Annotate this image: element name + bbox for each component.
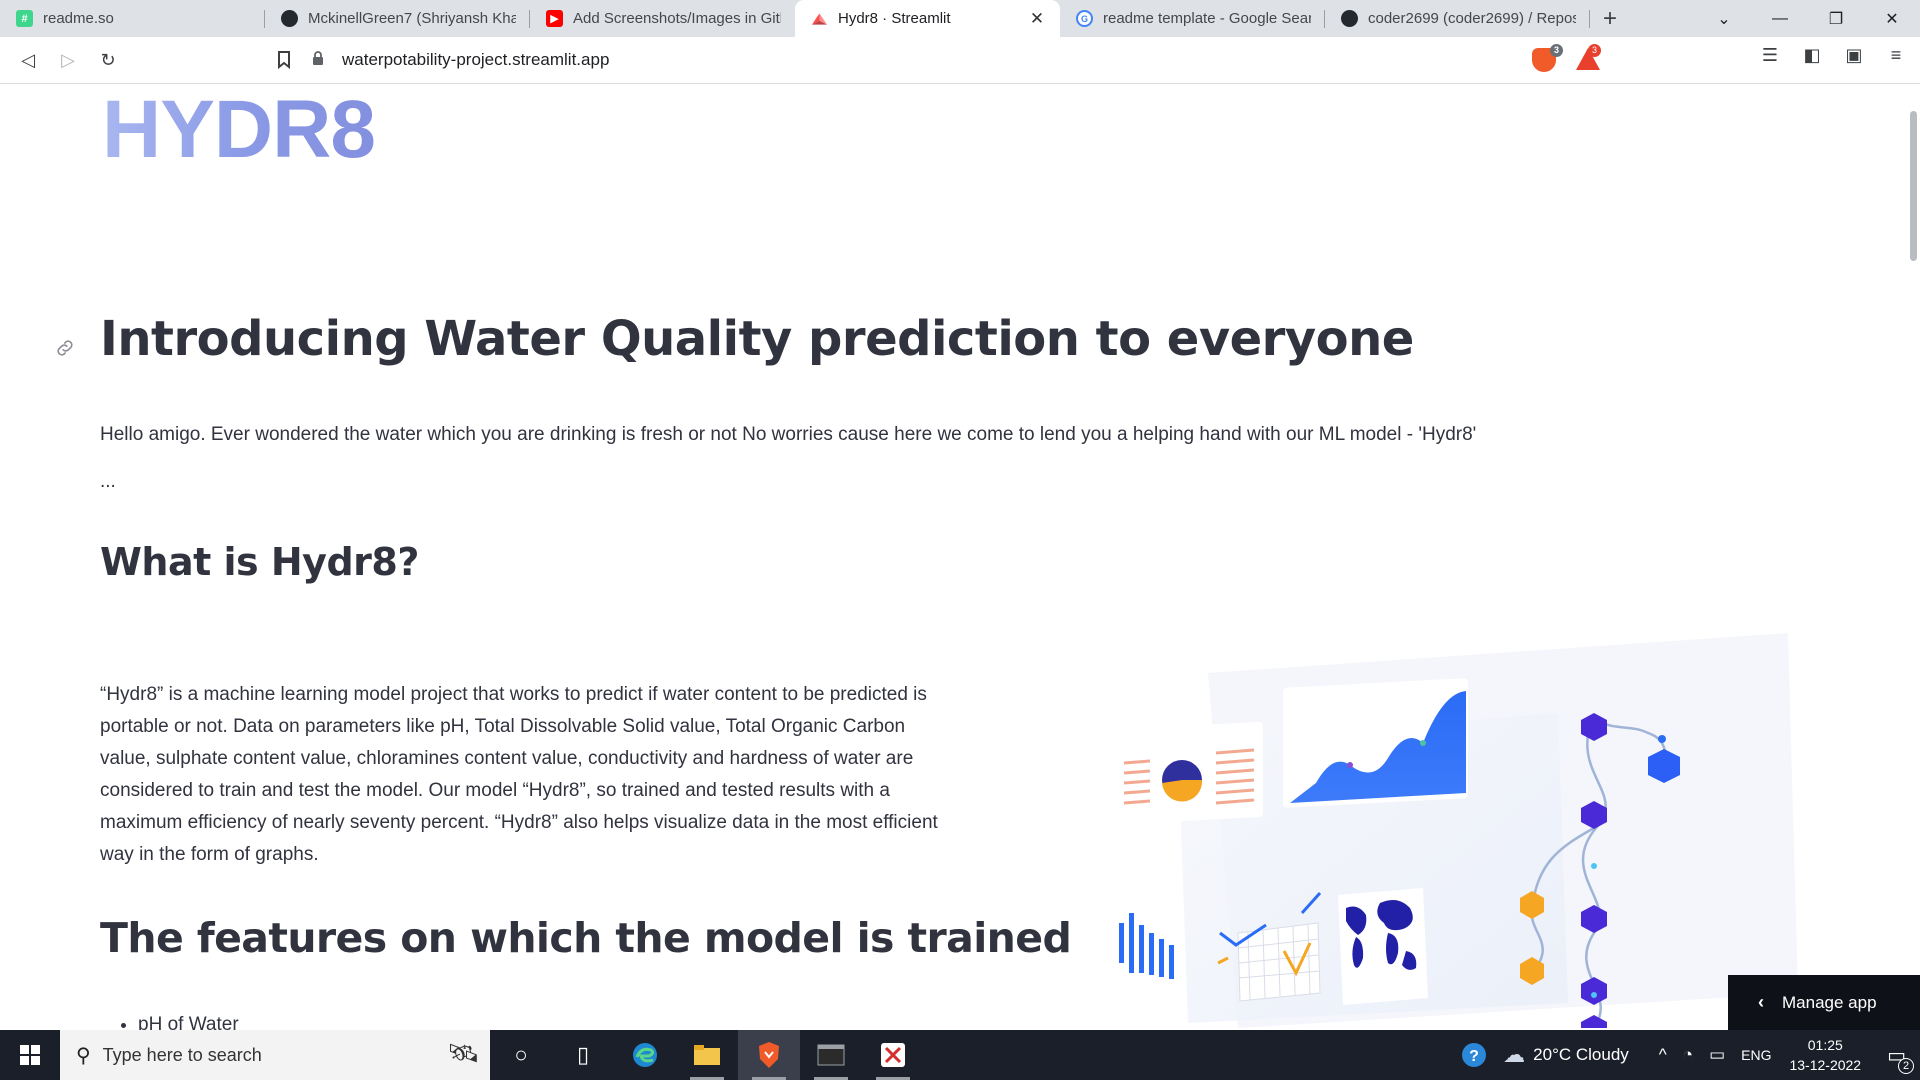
system-tray: ? ☁ 20°C Cloudy ^ ◔ ▭ ENG 01:25 13-12-20… [1453,1030,1920,1080]
brave-shields-icon[interactable]: 3 [1532,44,1563,72]
notifications-icon[interactable]: ▭ 2 [1887,1043,1914,1074]
tab-google[interactable]: G readme template - Google Search [1060,0,1325,37]
browser-toolbar: ◁ ▷ ↻ waterpotability-project.streamlit.… [0,37,1920,84]
ellipsis-text: ... [100,471,116,492]
sidebar-icon[interactable]: ◧ [1800,45,1824,66]
file-explorer-icon[interactable] [676,1030,738,1080]
bookmark-icon[interactable] [264,40,304,80]
reload-icon[interactable]: ↻ [88,40,128,80]
task-view-icon[interactable]: ▯ [552,1030,614,1080]
what-is-heading: What is Hydr8? [100,540,419,584]
clock-time: 01:25 [1807,1037,1843,1053]
terminal-icon[interactable] [800,1030,862,1080]
screen: # readme.so MckinellGreen7 (Shriyansh Kh… [0,0,1920,1080]
weather-text: 20°C Cloudy [1533,1045,1629,1064]
forward-icon[interactable]: ▷ [48,40,88,80]
tab-title: Add Screenshots/Images in Github [573,10,781,27]
link-anchor-icon[interactable] [54,337,76,359]
page-scrollbar[interactable] [1906,85,1920,1030]
tab-github-coder[interactable]: coder2699 (coder2699) / Repositories [1325,0,1590,37]
battery-icon[interactable]: ▭ [1709,1045,1725,1065]
tab-title: coder2699 (coder2699) / Repositories [1368,10,1576,27]
cortana-icon[interactable]: ○ [490,1030,552,1080]
windows-start-icon[interactable] [0,1030,60,1080]
clock-date: 13-12-2022 [1789,1057,1862,1073]
search-highlight-icon: 🛰 [446,1038,480,1068]
close-tab-icon[interactable]: ✕ [1028,9,1046,29]
wallet-icon[interactable]: ▣ [1842,45,1866,66]
tab-title: readme template - Google Search [1103,10,1311,27]
brave-browser-icon[interactable] [738,1030,800,1080]
youtube-icon: ▶ [546,10,563,27]
help-icon[interactable]: ? [1461,1042,1487,1068]
rewards-badge: 3 [1588,44,1601,57]
windows-taskbar: ⚲ Type here to search 🛰 ○ ▯ ? ☁ 20°C Clo… [0,1030,1920,1080]
readme-icon: # [16,10,33,27]
brand-logo-text: HYDR8 [102,85,376,175]
url-text: waterpotability-project.streamlit.app [342,50,610,69]
photo-editor-icon[interactable] [862,1030,924,1080]
show-hidden-icons[interactable]: ^ [1659,1045,1667,1065]
tab-hydr8[interactable]: Hydr8 · Streamlit ✕ [795,0,1060,37]
intro-text: Hello amigo. Ever wondered the water whi… [100,424,1477,445]
google-icon: G [1076,10,1093,27]
svg-text:?: ? [1469,1048,1479,1065]
shield-badge: 3 [1550,44,1563,57]
github-icon [1341,10,1358,27]
tab-youtube[interactable]: ▶ Add Screenshots/Images in Github [530,0,795,37]
language-indicator[interactable]: ENG [1741,1047,1771,1063]
manage-app-button[interactable]: ‹ Manage app [1728,975,1920,1030]
window-controls: ⌄ — ❐ ✕ [1696,0,1920,37]
tab-readme[interactable]: # readme.so [0,0,265,37]
brave-rewards-icon[interactable]: 3 [1576,44,1601,70]
tab-github-mckinell[interactable]: MckinellGreen7 (Shriyansh Khandelwal) [265,0,530,37]
tab-search-icon[interactable]: ⌄ [1696,0,1752,37]
tab-title: Hydr8 · Streamlit [838,10,951,27]
taskbar-search-placeholder: Type here to search [102,1044,262,1065]
restore-icon[interactable]: ❐ [1808,0,1864,37]
wifi-icon[interactable]: ◔ [1683,1045,1693,1065]
scrollbar-thumb[interactable] [1910,111,1917,261]
tab-title: MckinellGreen7 (Shriyansh Khandelwal) [308,10,516,27]
page-title: Introducing Water Quality prediction to … [100,311,1414,367]
edge-icon[interactable] [614,1030,676,1080]
new-tab-button[interactable]: + [1590,0,1630,37]
search-icon: ⚲ [76,1044,91,1067]
description-paragraph: “Hydr8” is a machine learning model proj… [100,684,938,865]
features-heading: The features on which the model is train… [100,914,1072,962]
chevron-left-icon: ‹ [1758,992,1764,1012]
media-queue-icon[interactable]: ☰ [1758,45,1782,66]
list-item: pH of Water [138,1010,239,1030]
analytics-illustration [1113,633,1798,1028]
github-icon [281,10,298,27]
back-icon[interactable]: ◁ [8,40,48,80]
features-list: pH of Water [138,1010,239,1030]
cloud-icon: ☁ [1503,1042,1526,1067]
taskbar-clock[interactable]: 01:25 13-12-2022 [1789,1035,1861,1075]
tab-strip: # readme.so MckinellGreen7 (Shriyansh Kh… [0,0,1920,37]
manage-app-label: Manage app [1782,992,1877,1012]
lock-icon [312,51,326,69]
toolbar-right-icons: ☰ ◧ ▣ ≡ [1758,45,1908,66]
minimize-icon[interactable]: — [1752,0,1808,37]
streamlit-icon [811,10,828,27]
streamlit-page: HYDR8 Introducing Water Quality predicti… [0,85,1906,1030]
close-window-icon[interactable]: ✕ [1864,0,1920,37]
address-bar[interactable]: waterpotability-project.streamlit.app ⇪ [312,42,1607,78]
weather-widget[interactable]: ☁ 20°C Cloudy [1503,1042,1629,1068]
tab-title: readme.so [43,10,114,27]
taskbar-search[interactable]: ⚲ Type here to search 🛰 [60,1030,490,1080]
menu-icon[interactable]: ≡ [1884,45,1908,66]
notification-count: 2 [1898,1057,1914,1074]
